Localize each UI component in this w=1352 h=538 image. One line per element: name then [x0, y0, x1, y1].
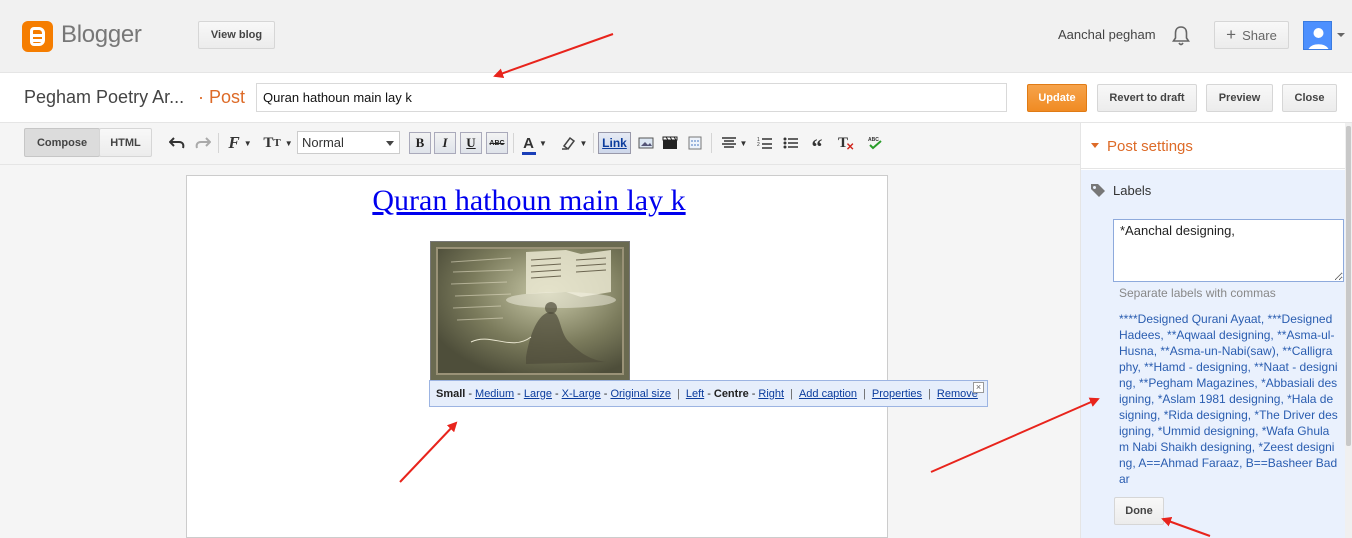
labels-hint: Separate labels with commas [1119, 286, 1276, 300]
post-image[interactable] [430, 241, 630, 381]
caret-down-icon[interactable] [1091, 143, 1099, 148]
account-chevron-down-icon[interactable] [1337, 33, 1345, 37]
align-right-link[interactable]: Right [758, 388, 784, 400]
revert-to-draft-button[interactable]: Revert to draft [1097, 84, 1197, 112]
avatar[interactable] [1303, 21, 1332, 50]
toolbar-separator [711, 133, 712, 153]
post-heading[interactable]: Quran hathoun main lay k [186, 184, 872, 218]
size-medium-link[interactable]: Medium [475, 388, 514, 400]
size-original-link[interactable]: Original size [610, 388, 671, 400]
plus-icon: + [1226, 25, 1237, 44]
undo-icon[interactable] [166, 132, 188, 154]
toolbar-separator [593, 133, 594, 153]
chevron-down-icon [386, 141, 394, 146]
toolbar-separator [513, 133, 514, 153]
notifications-bell-icon[interactable] [1171, 25, 1191, 47]
numbered-list-icon[interactable]: 12 [754, 132, 776, 154]
post-settings-title[interactable]: Post settings [1107, 138, 1193, 155]
user-name[interactable]: Aanchal pegham [1058, 27, 1156, 42]
tag-icon [1090, 183, 1106, 200]
image-icon[interactable] [635, 132, 657, 154]
video-icon[interactable] [659, 132, 681, 154]
add-caption-link[interactable]: Add caption [799, 388, 857, 400]
align-left-link[interactable]: Left [686, 388, 704, 400]
blog-name[interactable]: Pegham Poetry Ar... [24, 87, 184, 108]
svg-text:2: 2 [757, 142, 760, 148]
blogger-logo-icon[interactable] [22, 21, 53, 52]
toolbar-separator [218, 133, 219, 153]
size-small-option[interactable]: Small [436, 388, 465, 400]
compose-mode-button[interactable]: Compose [24, 128, 100, 157]
size-xlarge-link[interactable]: X-Large [562, 388, 601, 400]
strikethrough-button[interactable]: ABC [486, 132, 508, 154]
align-icon[interactable]: ▼ [718, 132, 750, 154]
close-bubble-icon[interactable]: × [973, 382, 984, 393]
redo-icon[interactable] [192, 132, 214, 154]
close-button[interactable]: Close [1282, 84, 1337, 112]
post-breadcrumb: · Post [198, 87, 246, 107]
clear-format-icon[interactable]: T ✕ [832, 132, 854, 154]
font-family-icon[interactable]: F ▼ [224, 132, 256, 154]
html-mode-button[interactable]: HTML [99, 128, 152, 157]
italic-button[interactable]: I [434, 132, 456, 154]
existing-labels-list[interactable]: ****Designed Qurani Ayaat, ***Designed H… [1119, 311, 1339, 487]
share-button[interactable]: + Share [1214, 21, 1289, 49]
quote-icon[interactable]: “ [806, 132, 828, 158]
spellcheck-icon[interactable]: ABC [864, 132, 886, 154]
bold-button[interactable]: B [409, 132, 431, 154]
link-button[interactable]: Link [598, 132, 631, 154]
preview-button[interactable]: Preview [1206, 84, 1273, 112]
done-button[interactable]: Done [1114, 497, 1164, 525]
view-blog-button[interactable]: View blog [198, 21, 275, 49]
underline-button[interactable]: U [460, 132, 482, 154]
highlight-icon[interactable]: ▼ [558, 132, 590, 154]
labels-input[interactable]: *Aanchal designing, [1113, 219, 1344, 282]
remove-link[interactable]: Remove [937, 388, 978, 400]
svg-text:ABC: ABC [868, 137, 879, 143]
paragraph-format-select[interactable]: Normal [297, 131, 400, 154]
logo-text[interactable]: Blogger [61, 21, 142, 49]
update-button[interactable]: Update [1027, 84, 1087, 112]
scrollbar-thumb[interactable] [1346, 126, 1351, 446]
image-options-bubble: Small - Medium - Large - X-Large - Origi… [429, 380, 988, 407]
paragraph-format-value: Normal [302, 135, 344, 150]
align-centre-option[interactable]: Centre [714, 388, 749, 400]
text-color-icon[interactable]: A ▼ [519, 132, 551, 155]
post-title-input[interactable] [256, 83, 1007, 112]
jump-break-icon[interactable] [684, 132, 706, 154]
share-label: Share [1242, 27, 1277, 43]
size-large-link[interactable]: Large [524, 388, 552, 400]
properties-link[interactable]: Properties [872, 388, 922, 400]
labels-title: Labels [1113, 183, 1152, 198]
bulleted-list-icon[interactable] [780, 132, 802, 154]
font-size-icon[interactable]: T T ▼ [262, 132, 294, 154]
